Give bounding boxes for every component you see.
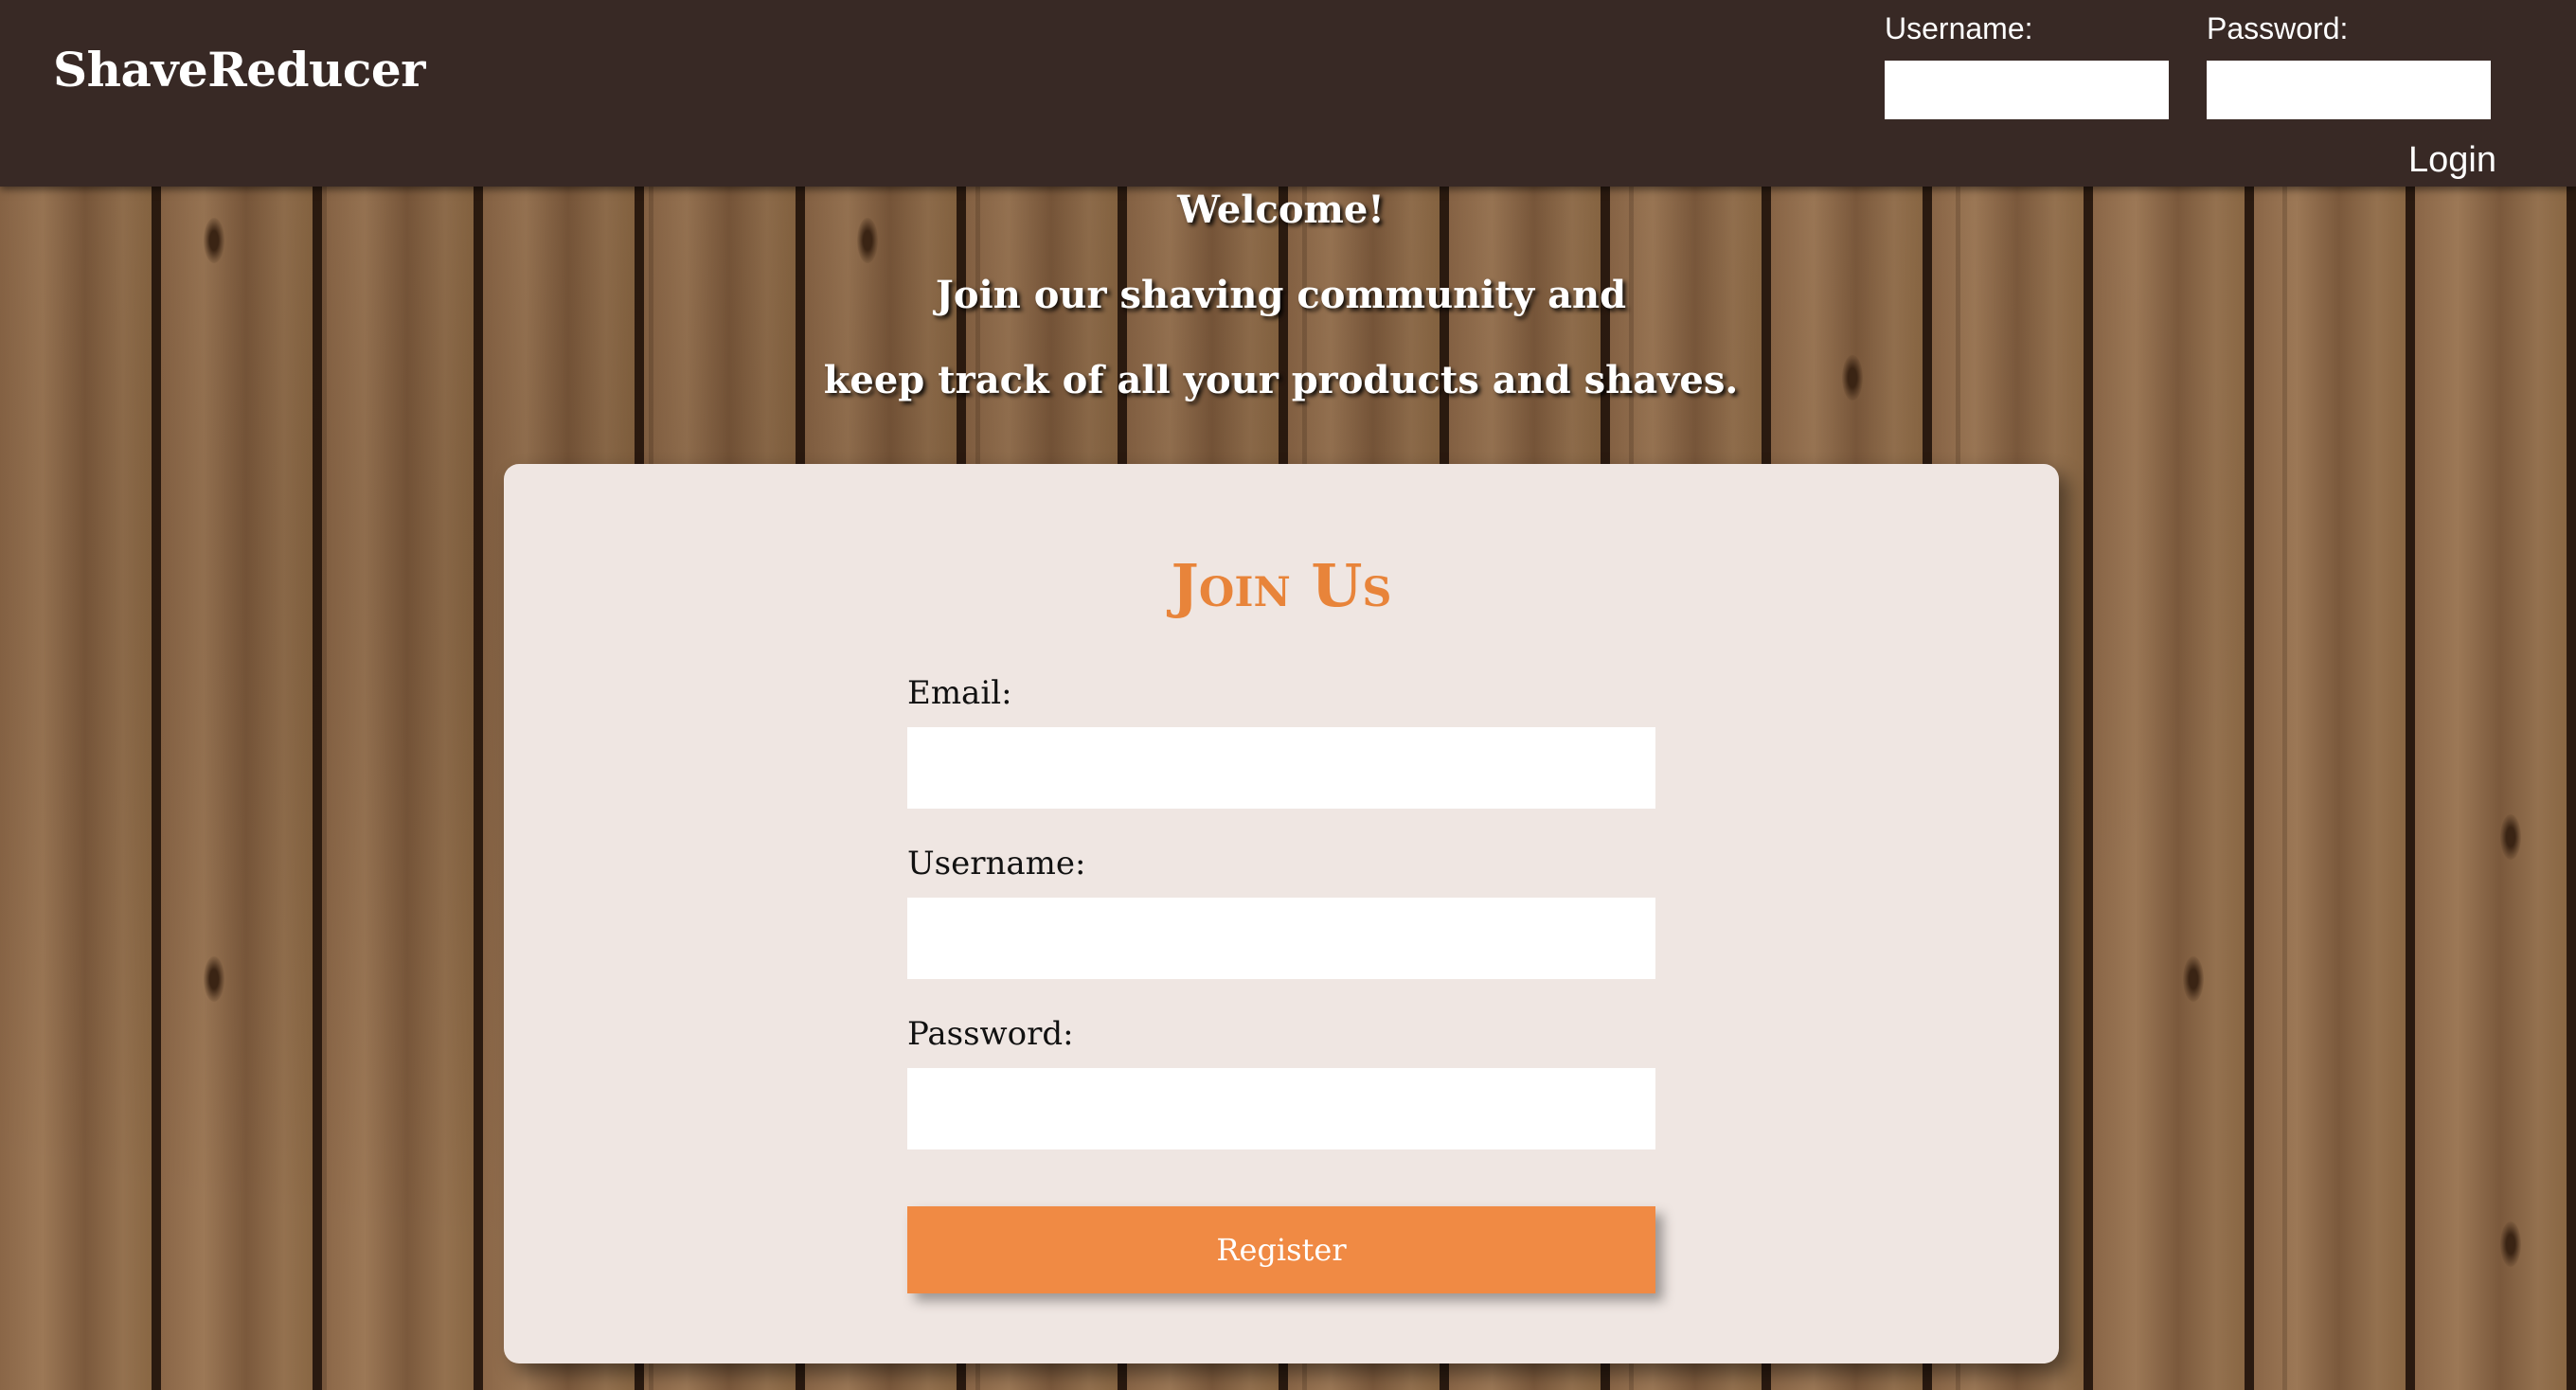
- login-password-input[interactable]: [2207, 61, 2491, 119]
- register-title: Join Us: [1171, 551, 1392, 620]
- login-username-input[interactable]: [1885, 61, 2169, 119]
- username-field[interactable]: [907, 898, 1655, 979]
- email-label: Email:: [907, 674, 1012, 712]
- welcome-line-track: keep track of all your products and shav…: [823, 358, 1739, 402]
- welcome-line-community: Join our shaving community and: [935, 273, 1627, 317]
- wood-knot: [2500, 814, 2521, 860]
- register-card: Join Us Email: Username: Password: Regis…: [504, 464, 2059, 1363]
- password-label: Password:: [907, 1015, 1074, 1053]
- email-field[interactable]: [907, 727, 1655, 809]
- username-label: Username:: [907, 845, 1086, 882]
- wood-knot: [2500, 1221, 2521, 1267]
- wood-knot: [2183, 956, 2204, 1002]
- welcome-heading: Welcome!: [1177, 187, 1385, 232]
- login-button[interactable]: Login: [2408, 140, 2496, 181]
- login-password-label: Password:: [2207, 11, 2349, 45]
- wood-knot: [204, 956, 224, 1002]
- login-username-label: Username:: [1885, 11, 2033, 45]
- top-navbar: ShaveReducer Username: Password: Login: [0, 0, 2576, 187]
- register-button[interactable]: Register: [907, 1206, 1655, 1293]
- brand-logo[interactable]: ShaveReducer: [53, 42, 426, 98]
- password-field[interactable]: [907, 1068, 1655, 1149]
